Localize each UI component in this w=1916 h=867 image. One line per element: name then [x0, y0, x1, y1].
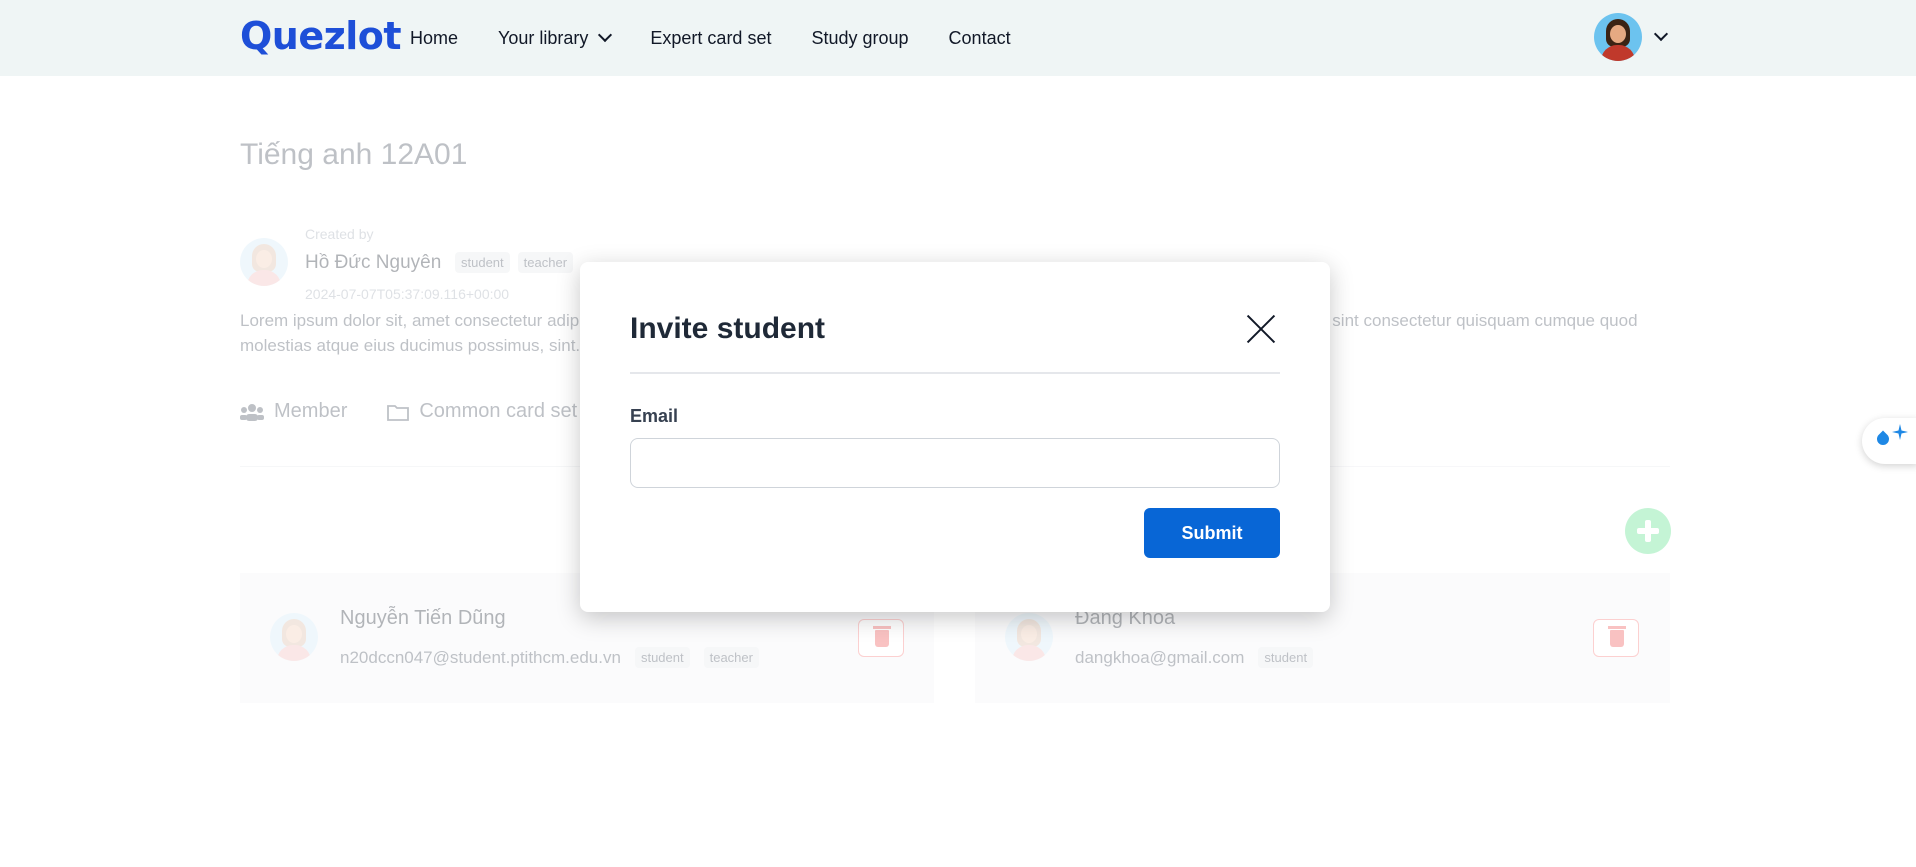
modal-title: Invite student [630, 312, 826, 345]
close-icon[interactable] [1246, 314, 1276, 344]
invite-student-modal: Invite student Email Submit [580, 262, 1330, 612]
email-field[interactable] [630, 438, 1280, 488]
submit-button[interactable]: Submit [1144, 508, 1280, 558]
email-label: Email [630, 406, 679, 426]
modal-divider [630, 372, 1280, 374]
page: Quezlot Home Your library Expert card se… [0, 0, 1916, 867]
